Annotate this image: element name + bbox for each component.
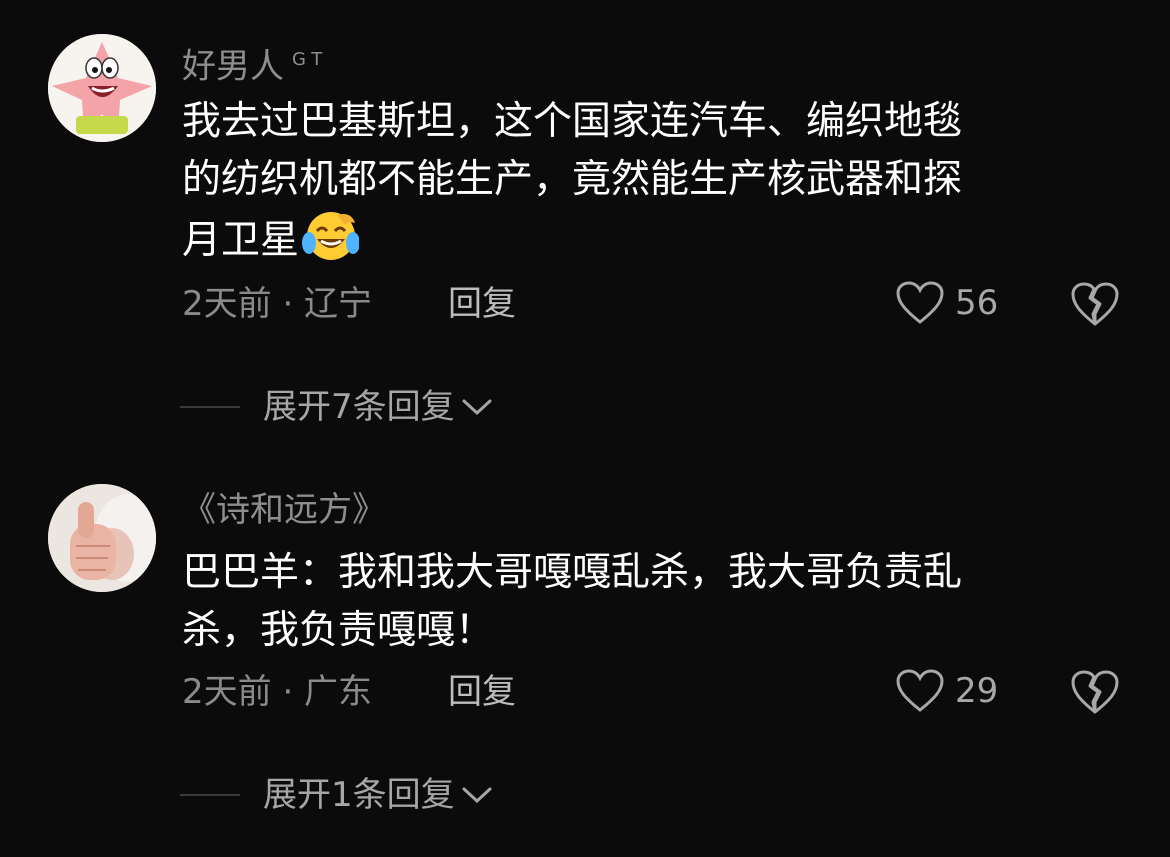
username-text: 《诗和远方》: [182, 490, 386, 530]
expand-replies-label: 展开7条回复: [263, 387, 455, 427]
dislike-button[interactable]: [1070, 668, 1120, 718]
expand-replies-button[interactable]: 展开7条回复: [263, 387, 493, 427]
reply-button[interactable]: 回复: [448, 284, 516, 324]
divider: [180, 406, 240, 408]
laughing-crying-emoji-icon: [302, 212, 360, 260]
username[interactable]: 《诗和远方》: [182, 490, 386, 530]
patrick-avatar-image: [48, 34, 156, 142]
broken-heart-icon: [1071, 282, 1119, 326]
divider: [180, 794, 240, 796]
like-count: 29: [955, 671, 999, 711]
comment-text-line: 巴巴羊：我和我大哥嘎嘎乱杀，我大哥负责乱: [182, 550, 963, 595]
avatar[interactable]: [48, 484, 156, 592]
comment-text-line: 月卫星: [182, 209, 1102, 270]
expand-replies-button[interactable]: 展开1条回复: [263, 775, 493, 815]
like-button[interactable]: 56: [895, 280, 998, 326]
like-button[interactable]: 29: [895, 668, 998, 714]
comment-meta: 2天前 · 广东: [182, 672, 373, 712]
comment-text-fragment: 月卫星: [182, 218, 300, 263]
dislike-button[interactable]: [1070, 280, 1120, 330]
heart-icon: [896, 281, 944, 324]
broken-heart-icon: [1071, 670, 1119, 714]
comment-text: 巴巴羊：我和我大哥嘎嘎乱杀，我大哥负责乱 杀，我负责嘎嘎！: [182, 544, 1102, 660]
chevron-down-icon: [462, 787, 492, 804]
comment-text-line: 的纺织机都不能生产，竟然能生产核武器和探: [182, 157, 963, 202]
like-count: 56: [955, 283, 999, 323]
expand-replies-label: 展开1条回复: [263, 775, 455, 815]
username[interactable]: 好男人 GT: [182, 40, 328, 86]
user-badge: GT: [292, 49, 329, 70]
comment-text-line: 我去过巴基斯坦，这个国家连汽车、编织地毯: [182, 99, 963, 144]
comment-text: 我去过巴基斯坦，这个国家连汽车、编织地毯 的纺织机都不能生产，竟然能生产核武器和…: [182, 93, 1102, 270]
chevron-down-icon: [462, 399, 492, 416]
comment-text-line: 杀，我负责嘎嘎！: [182, 608, 495, 653]
heart-icon: [896, 669, 944, 712]
comment-meta: 2天前 · 辽宁: [182, 284, 373, 324]
thumbs-up-avatar-image: [48, 484, 156, 592]
comment-item: 好男人 GT 我去过巴基斯坦，这个国家连汽车、编织地毯 的纺织机都不能生产，竟然能…: [0, 0, 1170, 440]
reply-button[interactable]: 回复: [448, 672, 516, 712]
username-text: 好男人: [182, 46, 284, 87]
comment-item: 《诗和远方》 巴巴羊：我和我大哥嘎嘎乱杀，我大哥负责乱 杀，我负责嘎嘎！ 2天前…: [0, 440, 1170, 857]
avatar[interactable]: [48, 34, 156, 142]
